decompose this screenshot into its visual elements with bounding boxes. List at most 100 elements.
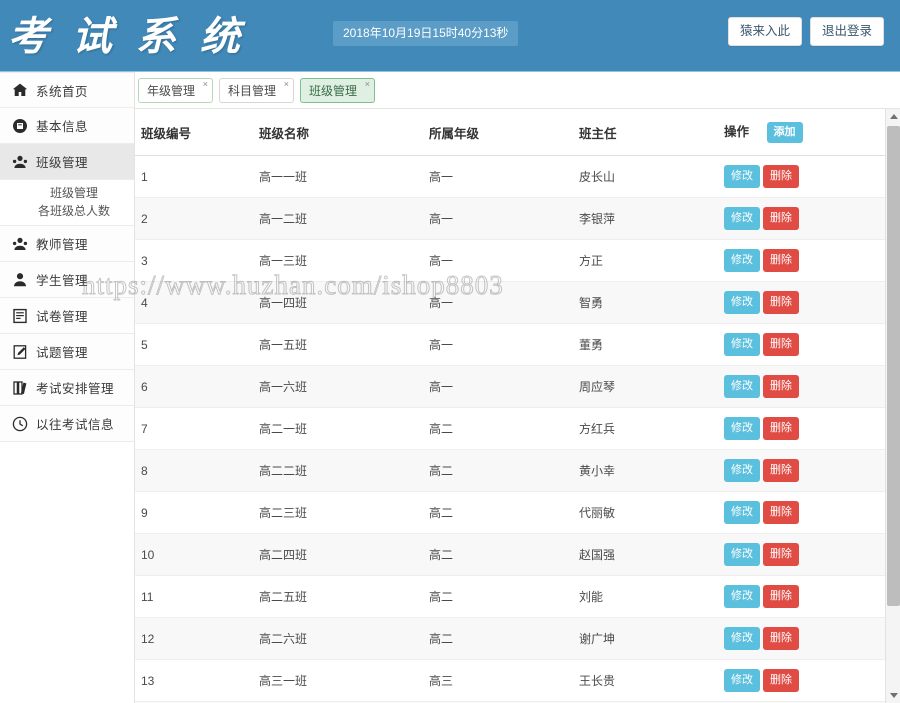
cell-grade: 高二	[425, 407, 575, 451]
table-header-row: 班级编号 班级名称 所属年级 班主任 操作 添加	[135, 109, 885, 157]
scrollbar-thumb[interactable]	[887, 126, 900, 606]
cell-id: 1	[135, 155, 255, 199]
edit-button[interactable]: 修改	[724, 543, 760, 567]
cell-headteacher: 王长贵	[575, 659, 720, 703]
scroll-down-icon[interactable]	[886, 688, 900, 703]
cell-class-name: 高二五班	[255, 575, 425, 619]
delete-button[interactable]: 删除	[763, 501, 799, 525]
cell-headteacher: 董勇	[575, 323, 720, 367]
delete-button[interactable]: 删除	[763, 207, 799, 231]
delete-button[interactable]: 删除	[763, 627, 799, 651]
close-icon[interactable]: ×	[284, 80, 289, 89]
sidebar-submenu: 班级管理 各班级总人数	[0, 180, 134, 226]
edit-button[interactable]: 修改	[724, 333, 760, 357]
table-row: 12 高二六班 高二 谢广坤 修改 删除	[135, 617, 885, 661]
tab-class-management[interactable]: 班级管理 ×	[300, 78, 376, 103]
column-header-operations: 操作 添加	[720, 109, 885, 157]
delete-button[interactable]: 删除	[763, 291, 799, 315]
delete-button[interactable]: 删除	[763, 669, 799, 693]
edit-button[interactable]: 修改	[724, 249, 760, 273]
cell-headteacher: 黄小幸	[575, 449, 720, 493]
cell-grade: 高一	[425, 323, 575, 367]
sidebar-nav: 系统首页 基本信息 班级管理 班级管理 各班级总人数 教师管理 学生管理 试卷管…	[0, 72, 135, 703]
vertical-scrollbar[interactable]	[885, 109, 900, 703]
add-button[interactable]: 添加	[766, 122, 803, 144]
sidebar-label: 学生管理	[36, 274, 89, 288]
delete-button[interactable]: 删除	[763, 333, 799, 357]
edit-button[interactable]: 修改	[724, 165, 760, 189]
sidebar-item-exam-schedule[interactable]: 考试安排管理	[0, 370, 134, 406]
edit-button[interactable]: 修改	[724, 207, 760, 231]
delete-button[interactable]: 删除	[763, 459, 799, 483]
cell-id: 10	[135, 533, 255, 577]
cell-headteacher: 方正	[575, 239, 720, 283]
submenu-item-class-management[interactable]: 班级管理	[0, 184, 134, 202]
cell-operations: 修改删除	[720, 575, 885, 619]
tab-grade-management[interactable]: 年级管理 ×	[138, 78, 214, 103]
cell-class-name: 高二三班	[255, 491, 425, 535]
close-icon[interactable]: ×	[365, 80, 370, 89]
sidebar-item-teacher-management[interactable]: 教师管理	[0, 226, 134, 262]
sidebar-item-question-management[interactable]: 试题管理	[0, 334, 134, 370]
table-body: 1 高一一班 高一 皮长山 修改 删除 2 高一二班 高一 李银萍 修改 删除 3 高一三班 高一 方正 修改删…	[135, 155, 885, 703]
cell-id: 9	[135, 491, 255, 535]
cell-grade: 高二	[425, 617, 575, 661]
delete-button[interactable]: 删除	[763, 585, 799, 609]
edit-button[interactable]: 修改	[724, 291, 760, 315]
edit-button[interactable]: 修改	[724, 585, 760, 609]
cell-operations: 修改删除	[720, 239, 885, 283]
cell-operations: 修改删除	[720, 155, 885, 199]
header-actions: 猿来入此 退出登录	[727, 17, 884, 46]
edit-button[interactable]: 修改	[724, 417, 760, 441]
sidebar-item-paper-management[interactable]: 试卷管理	[0, 298, 134, 334]
edit-button[interactable]: 修改	[724, 501, 760, 525]
sidebar-item-past-exams[interactable]: 以往考试信息	[0, 406, 134, 442]
sidebar-item-student-management[interactable]: 学生管理	[0, 262, 134, 298]
delete-button[interactable]: 删除	[763, 417, 799, 441]
cell-operations: 修改删除	[720, 449, 885, 493]
cell-id: 7	[135, 407, 255, 451]
cell-id: 2	[135, 197, 255, 241]
delete-button[interactable]: 删除	[763, 375, 799, 399]
sidebar-label: 试卷管理	[36, 310, 89, 324]
sidebar-item-home[interactable]: 系统首页	[0, 72, 134, 108]
site-name-button[interactable]: 猿来入此	[727, 17, 802, 46]
column-header-name: 班级名称	[255, 109, 425, 157]
close-icon[interactable]: ×	[203, 80, 208, 89]
delete-button[interactable]: 删除	[763, 543, 799, 567]
cell-headteacher: 赵国强	[575, 533, 720, 577]
delete-button[interactable]: 删除	[763, 165, 799, 189]
home-icon	[11, 82, 28, 99]
scroll-up-icon[interactable]	[886, 109, 900, 124]
cell-class-name: 高一五班	[255, 323, 425, 367]
class-table: 班级编号 班级名称 所属年级 班主任 操作 添加 1 高一一班 高一 皮长山 修改 删除 2…	[135, 109, 885, 703]
cell-class-name: 高二六班	[255, 617, 425, 661]
cell-id: 12	[135, 617, 255, 661]
cell-class-name: 高一四班	[255, 281, 425, 325]
cell-class-name: 高一三班	[255, 239, 425, 283]
submenu-item-class-totals[interactable]: 各班级总人数	[0, 202, 134, 220]
cell-headteacher: 智勇	[575, 281, 720, 325]
cell-operations: 修改删除	[720, 407, 885, 451]
edit-button[interactable]: 修改	[724, 459, 760, 483]
logout-button[interactable]: 退出登录	[809, 17, 884, 46]
cell-headteacher: 皮长山	[575, 155, 720, 199]
info-circle-icon	[11, 117, 28, 134]
sidebar-label: 教师管理	[36, 238, 89, 252]
cell-grade: 高一	[425, 365, 575, 409]
cell-operations: 修改删除	[720, 197, 885, 241]
delete-button[interactable]: 删除	[763, 249, 799, 273]
column-header-grade: 所属年级	[425, 109, 575, 157]
cell-headteacher: 周应琴	[575, 365, 720, 409]
edit-button[interactable]: 修改	[724, 669, 760, 693]
edit-button[interactable]: 修改	[724, 375, 760, 399]
cell-id: 3	[135, 239, 255, 283]
tab-subject-management[interactable]: 科目管理 ×	[219, 78, 295, 103]
sidebar-item-class-management[interactable]: 班级管理	[0, 144, 134, 180]
edit-button[interactable]: 修改	[724, 627, 760, 651]
sidebar-label: 系统首页	[36, 84, 89, 99]
main-content: 年级管理 × 科目管理 × 班级管理 × 班级编号 班级名称 所属年级 班主任	[135, 72, 900, 703]
cell-grade: 高一	[425, 155, 575, 199]
sidebar-item-basic-info[interactable]: 基本信息	[0, 108, 134, 144]
cell-class-name: 高一一班	[255, 155, 425, 199]
